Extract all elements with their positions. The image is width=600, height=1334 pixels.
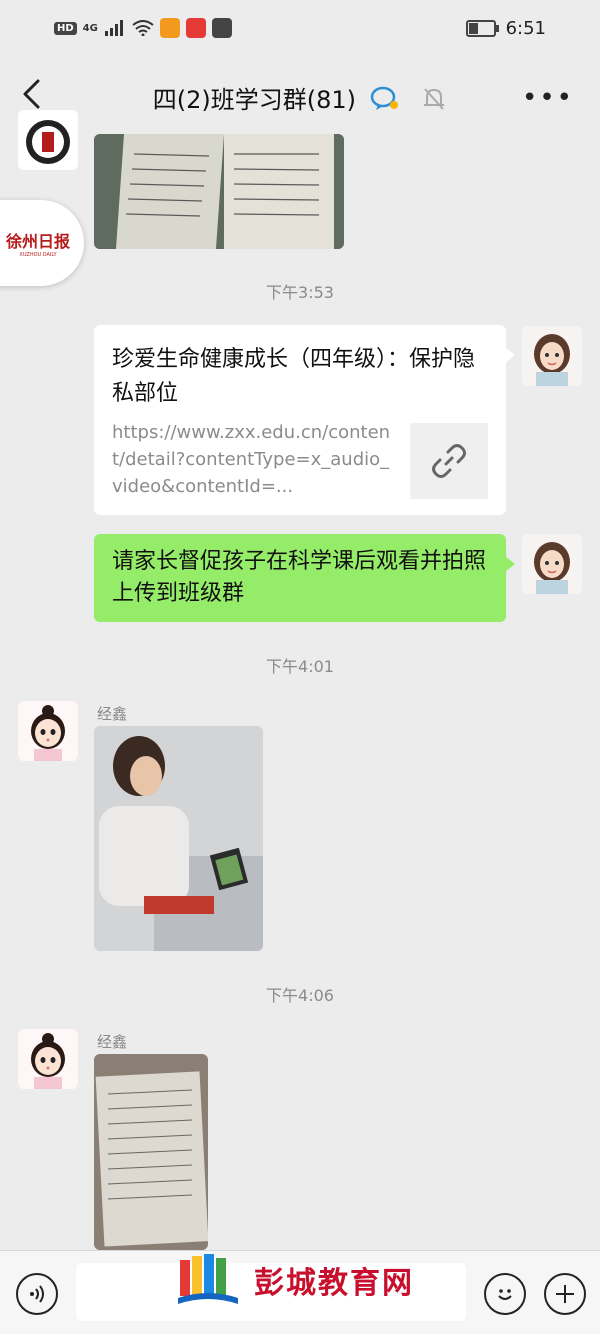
smiley-icon bbox=[498, 1289, 512, 1300]
link-icon bbox=[432, 444, 466, 478]
logo-avatar-image bbox=[18, 110, 78, 170]
signal-icon bbox=[104, 20, 123, 36]
status-bar: HD 4G 6:51 bbox=[0, 0, 600, 58]
more-options-icon[interactable]: ••• bbox=[522, 83, 574, 113]
girl-avatar-image bbox=[522, 326, 582, 386]
plus-icon bbox=[556, 1285, 574, 1303]
news-logo-text: 徐州日报 bbox=[5, 232, 70, 251]
link-thumbnail bbox=[410, 423, 488, 499]
image-message-notes[interactable] bbox=[94, 134, 344, 249]
photo-notebook bbox=[94, 134, 344, 249]
floating-news-logo[interactable]: 徐州日报 XUZHOU DAILY bbox=[0, 200, 84, 286]
timestamp-3: 下午4:06 bbox=[266, 986, 334, 1005]
enterprise-chat-icon bbox=[370, 86, 398, 110]
photo-handwritten-page bbox=[94, 1054, 208, 1250]
avatar-self-1[interactable] bbox=[522, 326, 582, 386]
status-left: HD 4G bbox=[54, 18, 232, 38]
image-message-notes-2[interactable] bbox=[94, 1054, 208, 1250]
wifi-icon bbox=[132, 20, 154, 36]
hd-badge: HD bbox=[54, 21, 77, 35]
title-icons bbox=[370, 85, 448, 117]
self-message-text: 请家长督促孩子在科学课后观看并拍照上传到班级群 bbox=[112, 549, 487, 606]
app-icon-dark bbox=[211, 18, 232, 38]
book-logo-icon bbox=[178, 1254, 238, 1304]
sender-name-2: 经鑫 bbox=[97, 1033, 128, 1051]
more-functions-button[interactable] bbox=[544, 1273, 586, 1315]
voice-icon bbox=[30, 1285, 44, 1303]
chat-title: 四(2)班学习群(81) bbox=[152, 86, 356, 114]
timestamp-2: 下午4:01 bbox=[266, 657, 334, 676]
photo-child-with-tablet bbox=[94, 726, 263, 951]
timestamp-1: 下午3:53 bbox=[266, 283, 334, 302]
sender-name-1: 经鑫 bbox=[97, 705, 128, 723]
chat-title-row: 四(2)班学习群(81) bbox=[0, 80, 600, 117]
emoji-button[interactable] bbox=[484, 1273, 526, 1315]
news-logo-block: 徐州日报 XUZHOU DAILY bbox=[6, 228, 70, 258]
network-type: 4G bbox=[82, 22, 98, 34]
link-card-url: https://www.zxx.edu.cn/content/detail?co… bbox=[112, 422, 391, 497]
chat-header: 四(2)班学习群(81) ••• bbox=[0, 58, 600, 130]
battery-icon bbox=[465, 20, 499, 37]
cartoon-girl-avatar bbox=[18, 1029, 78, 1089]
voice-toggle-button[interactable] bbox=[16, 1273, 58, 1315]
cartoon-girl-avatar bbox=[18, 701, 78, 761]
link-card-title: 珍爱生命健康成长（四年级）：保护隐私部位 bbox=[112, 347, 476, 406]
mute-bell-icon bbox=[424, 88, 445, 110]
watermark: 彭城教育网 bbox=[176, 1252, 414, 1308]
app-icon-orange bbox=[159, 18, 180, 38]
clock: 6:51 bbox=[505, 18, 546, 39]
status-right: 6:51 bbox=[465, 18, 546, 39]
watermark-text: 彭城教育网 bbox=[254, 1266, 414, 1301]
link-card-message[interactable]: 珍爱生命健康成长（四年级）：保护隐私部位 https://www.zxx.edu… bbox=[94, 325, 515, 515]
news-logo-sub: XUZHOU DAILY bbox=[19, 252, 57, 258]
avatar-sender-jingxin-2[interactable] bbox=[18, 1029, 78, 1089]
self-text-message[interactable]: 请家长督促孩子在科学课后观看并拍照上传到班级群 bbox=[94, 534, 515, 622]
avatar-self-2[interactable] bbox=[522, 534, 582, 594]
image-message-child-1[interactable] bbox=[94, 726, 263, 951]
girl-avatar-image bbox=[522, 534, 582, 594]
avatar-sender-jingxin-1[interactable] bbox=[18, 701, 78, 761]
app-icon-red bbox=[185, 18, 206, 38]
avatar-sender-top[interactable] bbox=[18, 110, 78, 170]
